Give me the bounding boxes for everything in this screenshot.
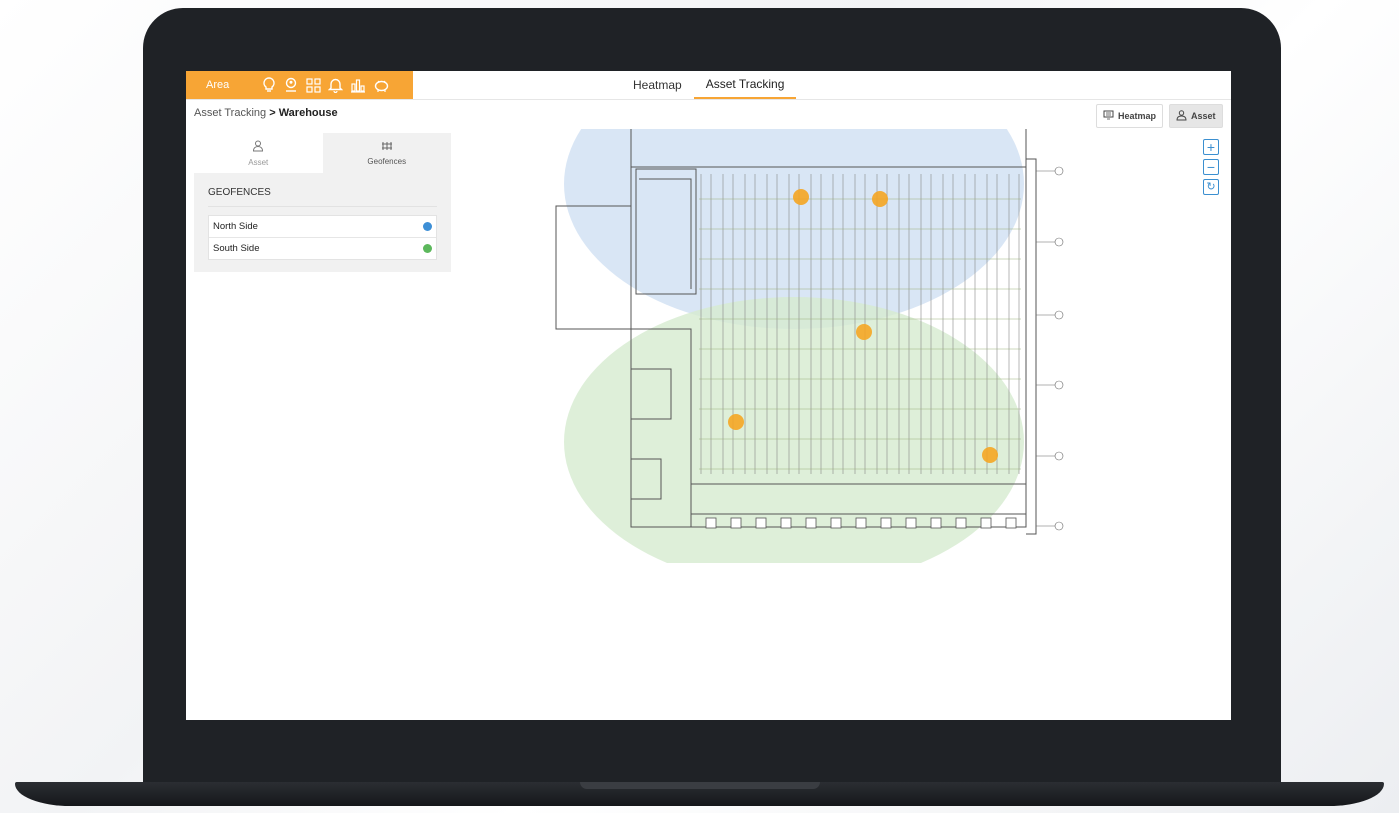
asset-view-button[interactable]: Asset bbox=[1169, 104, 1223, 128]
area-menu: Area bbox=[186, 71, 413, 99]
tab-asset-tracking[interactable]: Asset Tracking bbox=[693, 71, 797, 99]
heatmap-view-label: Heatmap bbox=[1118, 111, 1157, 121]
heatmap-view-button[interactable]: Heatmap bbox=[1096, 104, 1164, 128]
person-icon bbox=[1176, 109, 1187, 123]
bar-chart-icon[interactable] bbox=[350, 77, 366, 93]
panel-tab-geofences[interactable]: Geofences bbox=[322, 133, 451, 173]
panel-tab-asset[interactable]: Asset bbox=[194, 133, 323, 173]
geofences-heading: GEOFENCES bbox=[208, 187, 437, 207]
geofence-name: North Side bbox=[213, 221, 258, 232]
zoom-controls: + − ↻ bbox=[1203, 139, 1219, 195]
asset-marker[interactable] bbox=[982, 447, 998, 463]
monitor-icon bbox=[1103, 110, 1114, 122]
geofence-list: North Side South Side bbox=[208, 215, 437, 260]
breadcrumb-parent[interactable]: Asset Tracking bbox=[194, 107, 266, 119]
top-bar: Area Heatmap Asset Tracking bbox=[186, 71, 1231, 100]
asset-marker[interactable] bbox=[856, 324, 872, 340]
asset-marker[interactable] bbox=[728, 414, 744, 430]
panel-tab-geofences-label: Geofences bbox=[367, 157, 407, 166]
breadcrumb: Asset Tracking > Warehouse bbox=[194, 107, 338, 119]
app-screen: Area Heatmap Asset Tracking Asset Tracki… bbox=[186, 71, 1231, 720]
reset-view-button[interactable]: ↻ bbox=[1203, 179, 1219, 195]
location-user-icon[interactable] bbox=[283, 77, 299, 93]
panel-tab-asset-label: Asset bbox=[248, 157, 269, 167]
asset-marker[interactable] bbox=[793, 189, 809, 205]
tab-heatmap[interactable]: Heatmap bbox=[621, 71, 694, 99]
breadcrumb-current: Warehouse bbox=[278, 107, 338, 119]
fence-icon bbox=[381, 140, 393, 157]
south-side-zone[interactable] bbox=[564, 297, 1024, 563]
laptop-notch bbox=[580, 782, 820, 789]
person-icon bbox=[252, 140, 264, 158]
grid-markers bbox=[1036, 166, 1064, 531]
main-tabs: Heatmap Asset Tracking bbox=[621, 71, 797, 99]
geofence-name: South Side bbox=[213, 243, 260, 254]
grid-icon[interactable] bbox=[306, 77, 321, 93]
piggy-bank-icon[interactable] bbox=[373, 77, 390, 93]
area-label[interactable]: Area bbox=[206, 79, 262, 91]
floor-plan-svg bbox=[555, 129, 1064, 563]
geofence-item[interactable]: North Side bbox=[209, 216, 436, 238]
view-toggle: Heatmap Asset bbox=[1096, 104, 1223, 128]
geofence-item[interactable]: South Side bbox=[209, 238, 436, 259]
asset-view-label: Asset bbox=[1191, 111, 1216, 121]
lightbulb-icon[interactable] bbox=[262, 77, 276, 93]
geofence-color-dot bbox=[423, 222, 432, 231]
asset-marker[interactable] bbox=[872, 191, 888, 207]
bell-icon[interactable] bbox=[328, 77, 343, 93]
floor-plan-map[interactable] bbox=[551, 129, 1086, 563]
zoom-out-button[interactable]: − bbox=[1203, 159, 1219, 175]
geofence-color-dot bbox=[423, 244, 432, 253]
zoom-in-button[interactable]: + bbox=[1203, 139, 1219, 155]
geofence-panel: Asset Geofences GEOFENCES North Side Sou… bbox=[194, 133, 451, 272]
breadcrumb-separator: > bbox=[269, 107, 276, 119]
